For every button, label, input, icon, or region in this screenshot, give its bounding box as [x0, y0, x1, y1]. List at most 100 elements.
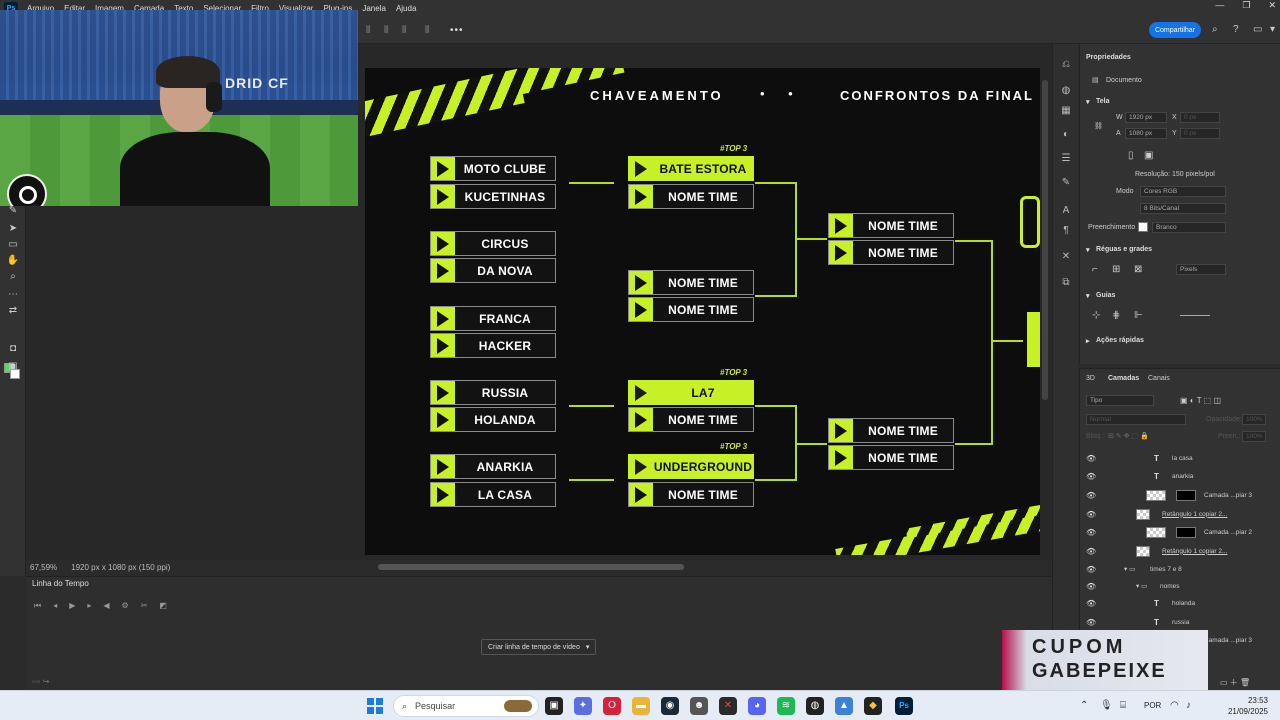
section-toggle-icon[interactable]: ▾ [1086, 292, 1090, 300]
capcut-icon[interactable]: ✕ [719, 697, 737, 715]
tab-channels[interactable]: Canais [1148, 375, 1170, 382]
guide-icon[interactable]: ⊹ [1092, 310, 1100, 321]
visibility-eye-icon[interactable]: 👁 [1086, 547, 1096, 556]
obs-icon[interactable]: ◍ [806, 697, 824, 715]
prev-frame-icon[interactable]: ◂ [53, 601, 57, 611]
3d-icon[interactable]: ⧉ [1059, 276, 1073, 290]
units-select[interactable]: Pixels [1176, 264, 1226, 275]
distribute-icon[interactable]: ⫴ [425, 25, 429, 36]
steam-icon[interactable]: ◉ [661, 697, 679, 715]
zoom-tool-icon[interactable]: ⌕ [6, 270, 20, 284]
fill-color-swatch[interactable] [1138, 222, 1148, 232]
hand-tool-icon[interactable]: ✋ [6, 254, 20, 268]
section-toggle-icon[interactable]: ▾ [1086, 98, 1090, 106]
landscape-icon[interactable]: ▣ [1144, 150, 1153, 161]
wifi-icon[interactable]: ◠ [1170, 700, 1179, 711]
mode-select[interactable]: Cores RGB [1140, 186, 1226, 197]
brush-icon[interactable]: ✎ [1059, 176, 1073, 190]
split-icon[interactable]: ✂ [141, 601, 148, 611]
x-field[interactable]: 0 px [1180, 112, 1220, 123]
adjustments-icon[interactable]: ◐ [1059, 128, 1073, 142]
visibility-eye-icon[interactable]: 👁 [1086, 472, 1096, 481]
network-icon[interactable]: ⌸ [1120, 700, 1126, 711]
canvas-section-title[interactable]: Tela [1096, 98, 1110, 105]
visibility-eye-icon[interactable]: 👁 [1086, 582, 1096, 591]
opacity-field[interactable]: 100% [1242, 414, 1266, 425]
audio-icon[interactable]: ◀ [103, 601, 109, 611]
rectangle-tool-icon[interactable]: ▭ [6, 238, 20, 252]
libraries-icon[interactable]: ☰ [1059, 152, 1073, 166]
width-field[interactable]: 1920 px [1125, 112, 1167, 123]
rulers-section-title[interactable]: Réguas e grades [1096, 246, 1152, 253]
vertical-scrollbar[interactable] [1042, 80, 1048, 400]
visibility-eye-icon[interactable]: 👁 [1086, 618, 1096, 627]
visibility-eye-icon[interactable]: 👁 [1086, 565, 1096, 574]
document-info[interactable]: 1920 px x 1080 px (150 ppi) [71, 563, 170, 572]
volume-icon[interactable]: ♪ [1186, 700, 1191, 711]
visibility-eye-icon[interactable]: 👁 [1086, 528, 1096, 537]
clock[interactable]: 23:53 21/09/2025 [1228, 695, 1268, 717]
next-frame-icon[interactable]: ▸ [87, 601, 91, 611]
layer-row[interactable]: 👁 Tanarkia [1080, 467, 1270, 485]
section-toggle-icon[interactable]: ▸ [1086, 337, 1090, 345]
align-right-icon[interactable]: ⫴ [402, 25, 406, 36]
opera-icon[interactable]: O [603, 697, 621, 715]
windows-start-icon[interactable] [367, 698, 383, 714]
link-icon[interactable]: ⛓ [1094, 122, 1103, 130]
transition-icon[interactable]: ◩ [159, 601, 167, 611]
layer-row[interactable]: 👁 ▾ ▭ times 7 e 8 [1080, 560, 1270, 578]
pen-tool-icon[interactable]: ✎ [6, 204, 20, 218]
layer-footer-icons[interactable]: ▭ ＋ 🗑 [1220, 677, 1250, 688]
character-icon[interactable]: A [1059, 204, 1073, 218]
timeline-tab[interactable]: Linha do Tempo [32, 579, 89, 588]
tray-chevron-icon[interactable]: ⌃ [1080, 700, 1088, 711]
search-icon[interactable]: ⌕ [1212, 24, 1218, 35]
layer-row[interactable]: 👁Camada ...piar 3 [1080, 486, 1270, 504]
portrait-icon[interactable]: ▯ [1128, 150, 1134, 161]
settings-icon[interactable]: ⚙ [122, 601, 129, 611]
guides-section-title[interactable]: Guias [1096, 292, 1115, 299]
quick-mask-icon[interactable]: ◘ [6, 342, 20, 356]
fill-field[interactable]: 100% [1242, 431, 1266, 442]
align-center-icon[interactable]: ⫴ [384, 25, 388, 36]
spotify-icon[interactable]: ≋ [777, 697, 795, 715]
visibility-eye-icon[interactable]: 👁 [1086, 510, 1096, 519]
photoshop-taskbar-icon[interactable]: Ps [895, 697, 913, 715]
task-view-icon[interactable]: ▣ [545, 697, 563, 715]
horizontal-scrollbar[interactable] [378, 564, 684, 570]
more-options-button[interactable]: ••• [450, 25, 464, 36]
language-indicator[interactable]: POR [1144, 701, 1161, 710]
visibility-eye-icon[interactable]: 👁 [1086, 454, 1096, 463]
layer-row[interactable]: 👁 Tholanda [1080, 594, 1270, 612]
file-explorer-icon[interactable]: ▬ [632, 697, 650, 715]
discord-icon[interactable]: ◕ [748, 697, 766, 715]
zoom-level[interactable]: 67,59% [30, 563, 57, 572]
ruler-icon[interactable]: ⌐ [1092, 264, 1098, 275]
height-field[interactable]: 1080 px [1125, 128, 1167, 139]
screen-mode-icon[interactable]: ▣ [6, 360, 20, 374]
guide-layout-icon[interactable]: ⋕ [1112, 310, 1120, 321]
tool-presets-icon[interactable]: ✕ [1059, 250, 1073, 264]
layer-row[interactable]: 👁 Retângulo 1 copiar 2... [1080, 505, 1270, 523]
swatches-icon[interactable]: ▦ [1059, 104, 1073, 118]
blend-mode-select[interactable]: Normal [1086, 414, 1186, 425]
more-tools-icon[interactable]: ⋯ [6, 288, 20, 302]
maximize-button[interactable]: ❐ [1242, 0, 1250, 11]
tab-layers[interactable]: Camadas [1108, 375, 1139, 382]
document-canvas[interactable]: CHAVEAMENTO • • CONFRONTOS DA FINAL MOTO… [365, 68, 1040, 555]
layer-row[interactable]: 👁 Camada ...piar 2 [1080, 523, 1270, 541]
help-icon[interactable]: ? [1233, 24, 1239, 35]
riot-icon[interactable]: ◆ [864, 697, 882, 715]
photos-icon[interactable]: ▲ [835, 697, 853, 715]
layer-row[interactable]: 👁 ▾ ▭ nomes [1080, 577, 1270, 595]
workspace-icon[interactable]: ▭ [1253, 24, 1262, 35]
share-button[interactable]: Compartilhar [1149, 22, 1201, 38]
color-icon[interactable]: ◍ [1059, 84, 1073, 98]
grid-icon[interactable]: ⊞ [1112, 264, 1120, 275]
first-frame-icon[interactable]: ⏮ [34, 601, 41, 611]
app-icon[interactable]: ☻ [690, 697, 708, 715]
quick-actions-section-title[interactable]: Ações rápidas [1096, 337, 1144, 344]
guide-style-line[interactable] [1180, 315, 1210, 316]
close-button[interactable]: ✕ [1268, 0, 1276, 11]
y-field[interactable]: 0 px [1180, 128, 1220, 139]
